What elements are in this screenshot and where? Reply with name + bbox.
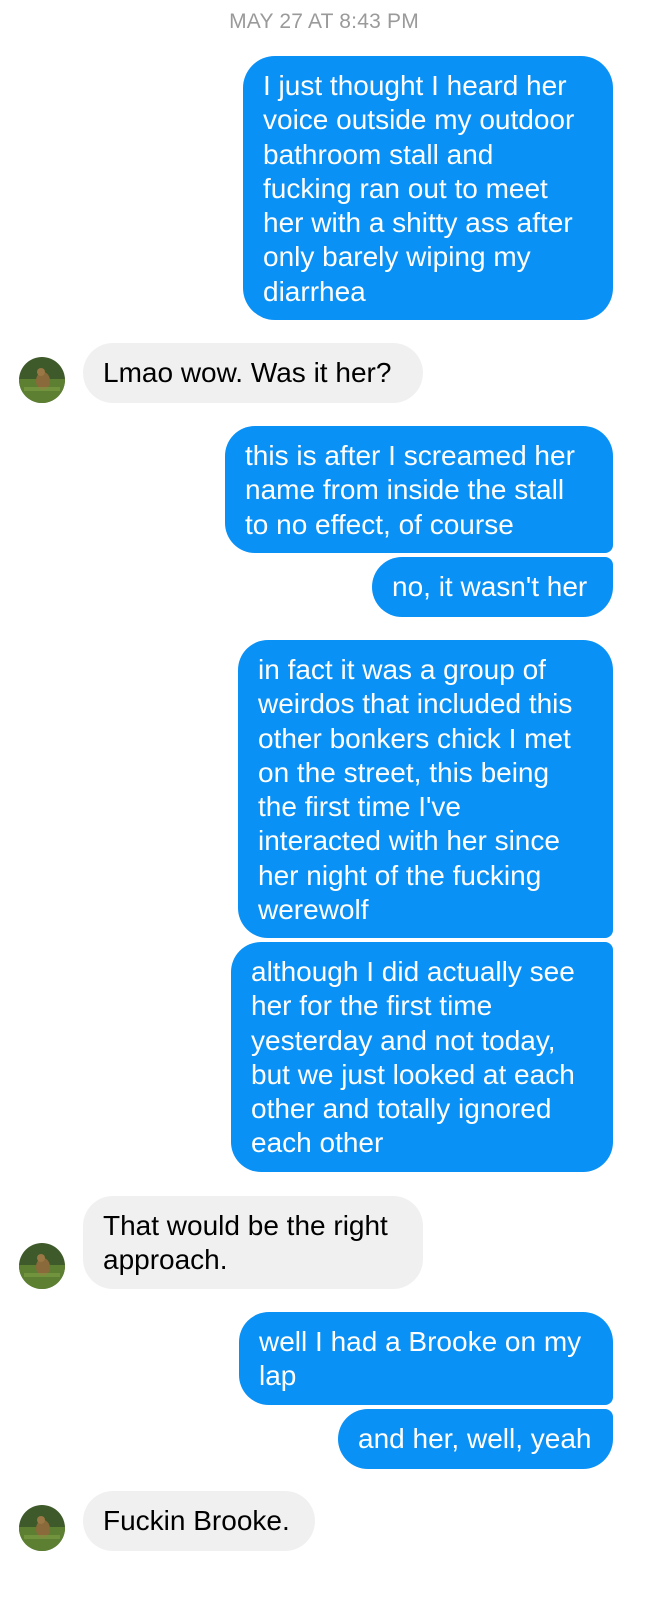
outgoing-message[interactable]: I just thought I heard her voice outside… [243,56,613,320]
incoming-message[interactable]: Lmao wow. Was it her? [83,343,423,403]
avatar-photo-icon [19,1243,65,1289]
outgoing-message[interactable]: well I had a Brooke on my lap [239,1312,613,1405]
conversation-timestamp: MAY 27 AT 8:43 PM [229,10,419,33]
outgoing-message[interactable]: in fact it was a group of weirdos that i… [238,640,613,938]
outgoing-message[interactable]: and her, well, yeah [338,1409,613,1469]
contact-avatar[interactable] [19,1243,65,1289]
incoming-message[interactable]: Fuckin Brooke. [83,1491,315,1551]
outgoing-message[interactable]: this is after I screamed her name from i… [225,426,613,553]
avatar-photo-icon [19,357,65,403]
contact-avatar[interactable] [19,357,65,403]
outgoing-message[interactable]: although I did actually see her for the … [231,942,613,1172]
outgoing-message[interactable]: no, it wasn't her [372,557,613,617]
avatar-photo-icon [19,1505,65,1551]
contact-avatar[interactable] [19,1505,65,1551]
incoming-message[interactable]: That would be the right approach. [83,1196,423,1289]
